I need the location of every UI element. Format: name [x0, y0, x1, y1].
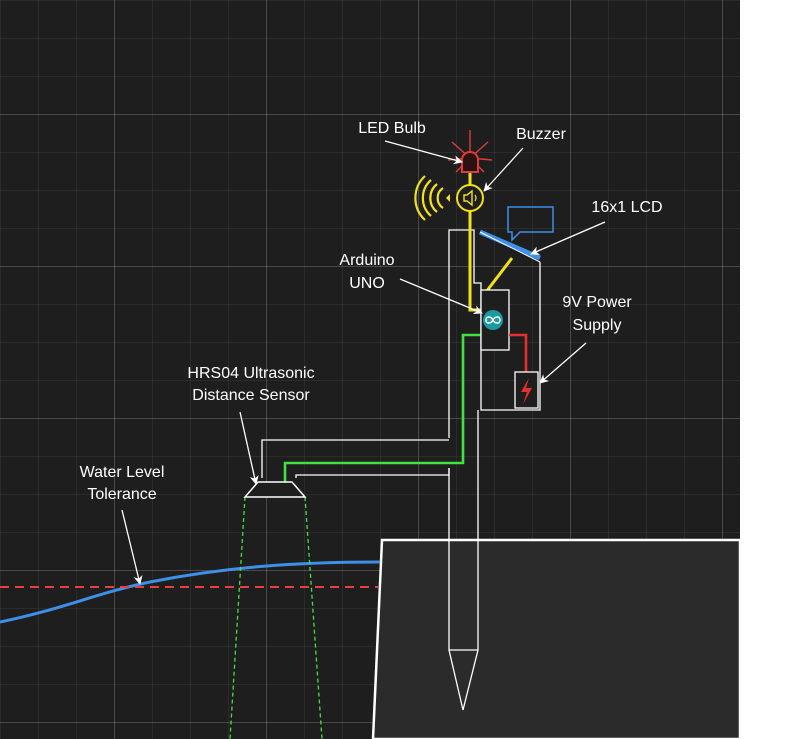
- led-bulb-icon: [447, 130, 493, 173]
- sensor-pointer: [239, 411, 259, 485]
- lcd-display: [479, 229, 541, 261]
- water-level-monitor-diagram: LED Bulb Buzzer 16x1 LCD Arduino UNO 9V …: [0, 120, 742, 739]
- sensor-signal-wire: [283, 333, 481, 482]
- tolerance-label-line1: Water Level: [80, 464, 165, 481]
- ground-block: [371, 538, 742, 739]
- speech-bubble-icon: [507, 206, 554, 242]
- power-supply-pointer: [539, 342, 587, 384]
- power-supply-label-line1: 9V Power: [562, 294, 632, 311]
- sensor-label-line1: HRS04 Ultrasonic: [187, 365, 314, 382]
- tolerance-label-line2: Tolerance: [87, 486, 156, 503]
- arduino-label-line2: UNO: [349, 275, 385, 292]
- power-wire: [509, 333, 528, 372]
- led-bulb-pointer: [384, 140, 463, 165]
- arduino-label-line1: Arduino: [339, 252, 394, 269]
- tolerance-pointer: [121, 509, 143, 585]
- speaker-icon: [456, 184, 484, 212]
- sensor-mount-bracket: [261, 439, 449, 478]
- lcd-mount: [479, 231, 541, 263]
- ultrasonic-beam-right: [304, 496, 323, 739]
- sensor-label-line2: Distance Sensor: [192, 387, 310, 404]
- sensor-mount-lower: [295, 468, 450, 478]
- power-supply-label-line2: Supply: [573, 317, 622, 334]
- ultrasonic-sensor: [243, 481, 307, 498]
- led-bulb-label: LED Bulb: [358, 120, 426, 137]
- ultrasonic-beam-left: [229, 496, 246, 739]
- water-surface-line: [0, 560, 381, 624]
- sound-waves-icon: [414, 175, 450, 221]
- lcd-wire: [484, 257, 514, 293]
- lcd-label: 16x1 LCD: [591, 199, 662, 216]
- buzzer-label: Buzzer: [516, 126, 566, 143]
- buzzer-pointer: [483, 147, 524, 192]
- lcd-pointer: [530, 221, 606, 255]
- arduino-infinity-icon: [483, 310, 503, 330]
